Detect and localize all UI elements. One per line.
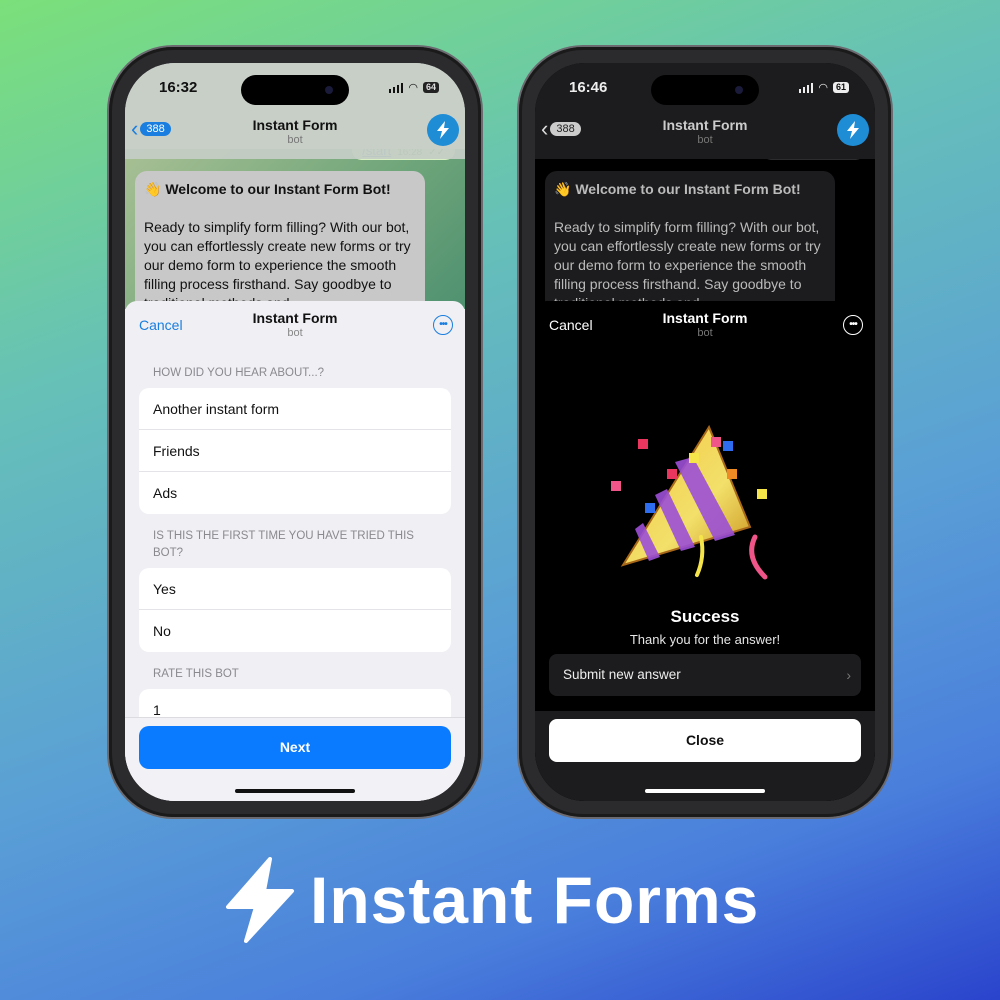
battery-icon: 61 <box>832 82 849 93</box>
signal-icon <box>388 82 404 93</box>
chat-area: /start 16:28 ✓✓ 👋 Welcome to our Instant… <box>535 149 875 309</box>
chat-title: Instant Form <box>662 117 748 133</box>
dynamic-island <box>241 75 349 105</box>
submit-new-answer-label: Submit new answer <box>563 667 681 682</box>
success-message: Thank you for the answer! <box>629 632 781 647</box>
success-title: Success <box>670 607 740 626</box>
chat-title: Instant Form <box>252 117 338 133</box>
next-button[interactable]: Next <box>139 726 451 769</box>
wifi-icon: ◠ <box>408 82 418 94</box>
party-popper-icon <box>611 424 768 580</box>
sheet-header: Cancel Instant Form bot ••• <box>535 301 875 357</box>
sheet-header: Cancel Instant Form bot ••• <box>125 301 465 357</box>
lightning-bolt-icon <box>226 857 294 943</box>
option-group: Yes No <box>139 568 451 652</box>
chat-subtitle: bot <box>697 134 713 146</box>
sheet-footer: Next <box>125 717 465 801</box>
phone-light: 16:32 ◠ 64 ‹ 388 Instant Form bot /start… <box>109 47 481 817</box>
home-indicator <box>645 789 765 793</box>
chevron-right-icon: › <box>846 667 851 683</box>
lightning-icon <box>437 121 449 139</box>
lightning-icon <box>847 121 859 139</box>
option-another-instant-form[interactable]: Another instant form <box>139 388 451 430</box>
sheet-footer: Close <box>535 711 875 801</box>
question-label: IS THIS THE FIRST TIME YOU HAVE TRIED TH… <box>153 530 414 559</box>
option-ads[interactable]: Ads <box>139 472 451 514</box>
success-area: Success Thank you for the answer! Submit… <box>535 357 875 767</box>
bot-avatar-button[interactable] <box>427 114 459 146</box>
sheet-title: Instant Form <box>662 310 748 326</box>
home-indicator <box>235 789 355 793</box>
chat-header: ‹ 388 Instant Form bot <box>535 109 875 159</box>
sheet-subtitle: bot <box>287 327 303 339</box>
option-group: Another instant form Friends Ads <box>139 388 451 514</box>
option-yes[interactable]: Yes <box>139 568 451 610</box>
welcome-title: 👋 Welcome to our Instant Form Bot! <box>554 181 801 197</box>
chat-header: ‹ 388 Instant Form bot <box>125 109 465 159</box>
close-button[interactable]: Close <box>549 719 861 762</box>
sheet-subtitle: bot <box>697 327 713 339</box>
wifi-icon: ◠ <box>818 82 828 94</box>
form-sheet: Cancel Instant Form bot ••• HOW DID YOU … <box>125 301 465 801</box>
submit-new-answer-button[interactable]: Submit new answer › <box>549 654 861 696</box>
sheet-title: Instant Form <box>252 310 338 326</box>
battery-icon: 64 <box>422 82 439 93</box>
screen-light: 16:32 ◠ 64 ‹ 388 Instant Form bot /start… <box>125 63 465 801</box>
welcome-body: Ready to simplify form filling? With our… <box>554 219 821 309</box>
phone-dark: 16:46 ◠ 61 ‹ 388 Instant Form bot /start… <box>519 47 891 817</box>
welcome-message: 👋 Welcome to our Instant Form Bot! Ready… <box>135 171 425 309</box>
screen-dark: 16:46 ◠ 61 ‹ 388 Instant Form bot /start… <box>535 63 875 801</box>
more-options-button[interactable]: ••• <box>433 315 453 335</box>
brand-logo: Instant Forms <box>222 855 759 945</box>
question-label: RATE THIS BOT <box>153 668 239 680</box>
chat-area: /start 16:28 ✓✓ 👋 Welcome to our Instant… <box>125 149 465 309</box>
option-friends[interactable]: Friends <box>139 430 451 472</box>
option-no[interactable]: No <box>139 610 451 652</box>
more-options-button[interactable]: ••• <box>843 315 863 335</box>
welcome-body: Ready to simplify form filling? With our… <box>144 219 411 309</box>
status-time: 16:46 <box>569 79 608 96</box>
dynamic-island <box>651 75 759 105</box>
question-label: HOW DID YOU HEAR ABOUT...? <box>153 367 325 379</box>
success-sheet: Cancel Instant Form bot ••• Success Than… <box>535 301 875 801</box>
bot-avatar-button[interactable] <box>837 114 869 146</box>
chat-subtitle: bot <box>287 134 303 146</box>
brand-title: Instant Forms <box>310 863 760 937</box>
form-body: HOW DID YOU HEAR ABOUT...? Another insta… <box>125 357 465 731</box>
welcome-message: 👋 Welcome to our Instant Form Bot! Ready… <box>545 171 835 309</box>
welcome-title: 👋 Welcome to our Instant Form Bot! <box>144 181 391 197</box>
status-time: 16:32 <box>159 79 198 96</box>
signal-icon <box>798 82 814 93</box>
